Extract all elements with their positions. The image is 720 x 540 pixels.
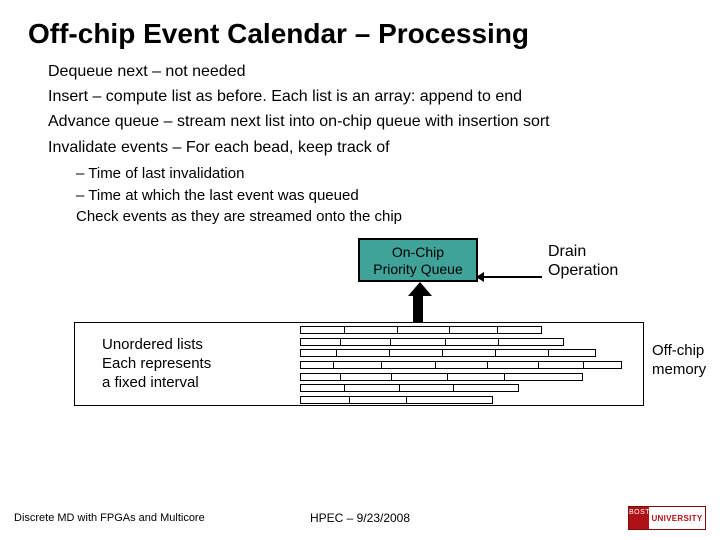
bullet-item: Invalidate events – For each bead, keep … — [48, 136, 672, 159]
list-row — [300, 349, 596, 357]
diagram: On-ChipPriority Queue DrainOperation Uno — [50, 238, 670, 438]
uplink-arrow-icon — [408, 282, 428, 322]
logo-word: BOSTON — [629, 507, 649, 529]
priority-queue-box: On-ChipPriority Queue — [358, 238, 478, 282]
drain-label: DrainOperation — [548, 242, 618, 280]
drain-arrow-icon — [482, 276, 542, 278]
boston-university-logo: BOSTON UNIVERSITY — [628, 506, 706, 530]
sub-bullet-item: Time at which the last event was queued — [76, 185, 672, 207]
right-note: Off-chipmemory — [652, 342, 706, 380]
footer: HPEC – 9/23/2008 Discrete MD with FPGAs … — [0, 506, 720, 530]
list-row — [300, 361, 622, 369]
sub-bullet-item: Time of last invalidation — [76, 163, 672, 185]
bullet-item: Insert – compute list as before. Each li… — [48, 85, 672, 108]
list-row — [300, 338, 564, 346]
slide: Off-chip Event Calendar – Processing Deq… — [0, 0, 720, 540]
list-row — [300, 373, 583, 381]
content-area: Dequeue next – not needed Insert – compu… — [0, 60, 720, 438]
list-row — [300, 396, 493, 404]
bullet-item: Dequeue next – not needed — [48, 60, 672, 83]
list-row — [300, 326, 542, 334]
list-row — [300, 384, 519, 392]
bullet-item: Advance queue – stream next list into on… — [48, 110, 672, 133]
footer-left: Discrete MD with FPGAs and Multicore — [14, 512, 205, 524]
left-note: Unordered listsEach representsa fixed in… — [102, 336, 211, 392]
sub-bullet-item: Check events as they are streamed onto t… — [76, 206, 672, 228]
sub-bullet-list: Time of last invalidation Time at which … — [48, 163, 672, 228]
list-rows — [300, 326, 622, 404]
logo-sub: UNIVERSITY — [649, 514, 705, 523]
bullet-list: Dequeue next – not needed Insert – compu… — [48, 60, 672, 159]
slide-title: Off-chip Event Calendar – Processing — [0, 0, 720, 60]
